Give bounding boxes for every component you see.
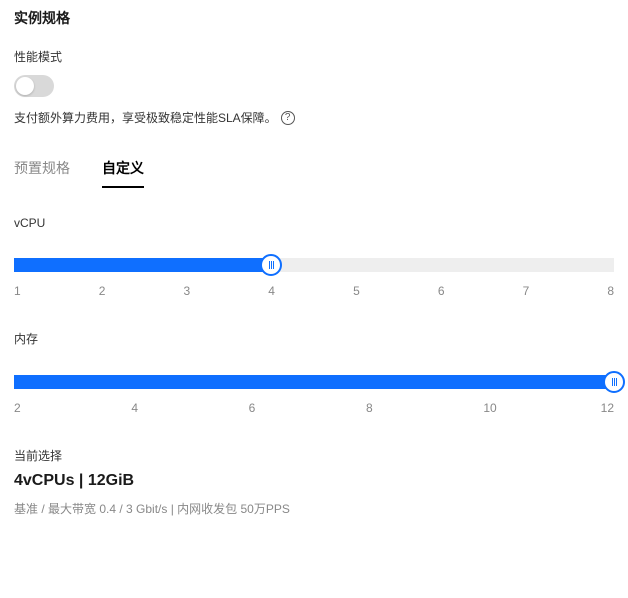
vcpu-slider-ticks: 12345678 [14, 284, 614, 298]
performance-mode-toggle[interactable] [14, 75, 54, 97]
slider-tick: 4 [268, 284, 353, 298]
vcpu-label: vCPU [14, 216, 614, 230]
current-selection-specs: 基准 / 最大带宽 0.4 / 3 Gbit/s | 内网收发包 50万PPS [14, 500, 614, 517]
slider-tick: 6 [438, 284, 523, 298]
performance-mode-description: 支付额外算力费用，享受极致稳定性能SLA保障。 [14, 109, 277, 126]
slider-tick: 4 [131, 401, 248, 415]
slider-tick: 2 [99, 284, 184, 298]
spec-tabs: 预置规格 自定义 [14, 158, 614, 188]
memory-label: 内存 [14, 330, 614, 347]
slider-tick: 8 [607, 284, 614, 298]
vcpu-slider-thumb[interactable] [260, 254, 282, 276]
vcpu-slider-track [14, 258, 614, 272]
slider-tick: 5 [353, 284, 438, 298]
section-title: 实例规格 [14, 8, 614, 28]
slider-tick: 12 [601, 401, 614, 415]
toggle-knob [16, 77, 34, 95]
slider-tick: 10 [483, 401, 600, 415]
help-icon[interactable]: ? [281, 111, 295, 125]
current-selection-value: 4vCPUs | 12GiB [14, 472, 614, 490]
slider-tick: 3 [184, 284, 269, 298]
slider-tick: 7 [523, 284, 608, 298]
memory-slider-track [14, 375, 614, 389]
slider-tick: 8 [366, 401, 483, 415]
memory-slider[interactable] [14, 375, 614, 389]
memory-slider-ticks: 24681012 [14, 401, 614, 415]
performance-mode-label: 性能模式 [14, 48, 614, 65]
slider-tick: 6 [249, 401, 366, 415]
slider-tick: 2 [14, 401, 131, 415]
memory-slider-fill [14, 375, 614, 389]
tab-custom-specs[interactable]: 自定义 [102, 158, 144, 188]
vcpu-slider-fill [14, 258, 271, 272]
performance-mode-description-row: 支付额外算力费用，享受极致稳定性能SLA保障。 ? [14, 109, 614, 126]
memory-slider-thumb[interactable] [603, 371, 625, 393]
current-selection-label: 当前选择 [14, 447, 614, 464]
slider-tick: 1 [14, 284, 99, 298]
tab-preset-specs[interactable]: 预置规格 [14, 158, 70, 188]
vcpu-slider[interactable] [14, 258, 614, 272]
